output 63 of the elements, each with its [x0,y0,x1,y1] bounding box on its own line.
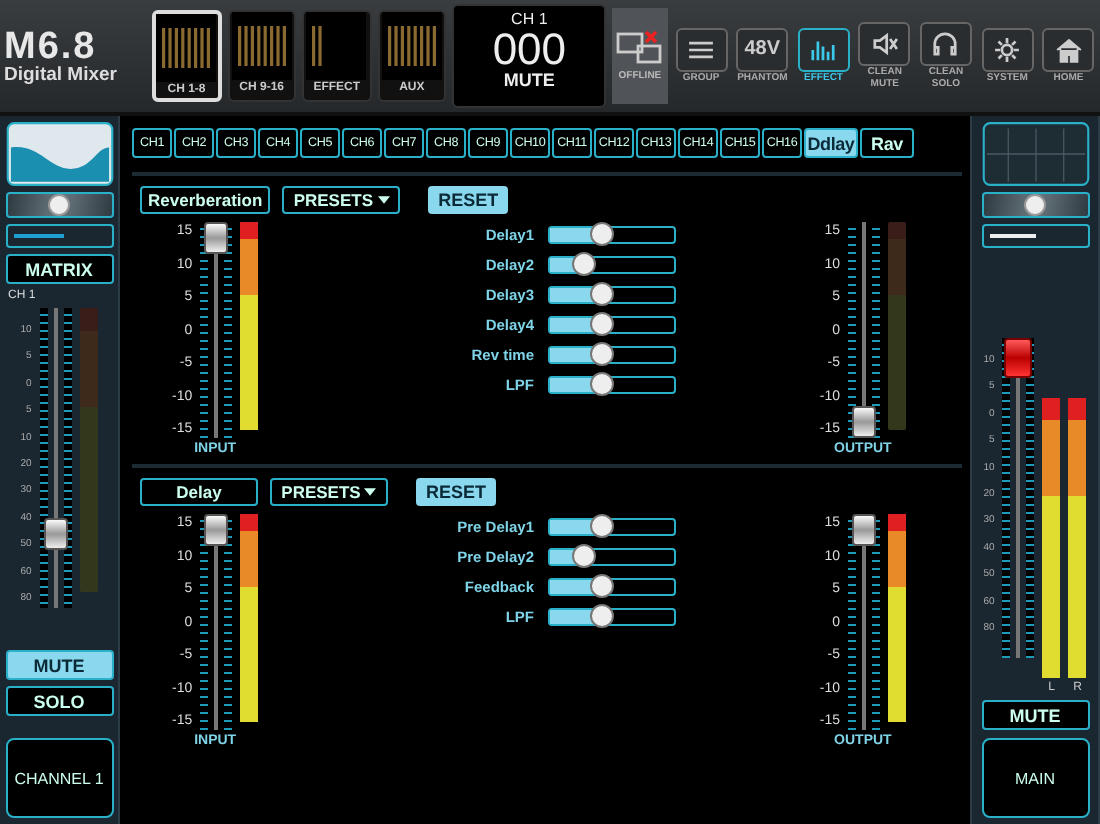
pan-control[interactable] [981,192,1089,218]
presets-dropdown[interactable]: PRESETS [270,478,388,506]
caret-icon [377,196,390,204]
headphones-icon [928,30,963,58]
icon-text: 48V [744,38,781,61]
logo-subtitle: Digital Mixer [4,65,119,85]
home-icon [1051,35,1086,64]
channel-tab[interactable]: Ddlay [804,128,858,158]
settings-icon [990,35,1025,64]
fader-handle[interactable] [1004,338,1033,378]
effect-name-button[interactable]: Reverberation [140,186,271,214]
fader-handle[interactable] [852,406,876,438]
channel-tab[interactable]: Rav [860,128,914,158]
parameter-slider[interactable] [548,376,676,394]
slider-handle[interactable] [590,604,615,628]
channel-name-button[interactable]: CHANNEL 1 [5,738,113,818]
meter-bars-drawing [231,12,292,80]
speaker-icon [867,30,902,58]
slider-handle[interactable] [572,252,597,276]
slider-handle[interactable] [590,312,615,336]
slider-handle[interactable] [590,222,615,246]
parameter-slider[interactable] [548,316,676,334]
fader-handle[interactable] [852,514,876,546]
channel-display: CH 1 000 MUTE [452,4,607,108]
caret-icon [364,488,377,496]
parameter-slider[interactable] [548,608,676,626]
logo-title: M6.8 [4,27,97,66]
presets-dropdown[interactable]: PRESETS [282,186,401,214]
eq-grid-drawing[interactable] [981,122,1089,186]
slider-handle[interactable] [590,282,615,306]
parameter-slider[interactable] [548,548,676,566]
toggle-button[interactable]: MUTE [5,650,113,680]
reset-button[interactable]: RESET [428,186,509,214]
pan-control[interactable] [5,192,113,218]
knob-icon [48,194,70,216]
meter-bars-drawing [306,12,367,80]
knob-icon [1024,194,1046,216]
main-button[interactable]: MAIN [981,738,1089,818]
slider-handle[interactable] [590,514,615,538]
fader-handle[interactable] [204,514,229,546]
parameter-slider[interactable] [548,518,676,536]
matrix-button[interactable]: MATRIX [5,254,113,284]
fader-handle[interactable] [204,222,229,254]
reset-button[interactable]: RESET [416,478,497,506]
eq-curve-drawing[interactable] [5,122,113,186]
level-slider[interactable] [981,224,1089,248]
parameter-slider[interactable] [548,256,676,274]
mute-button[interactable]: MUTE [981,700,1089,730]
parameter-slider[interactable] [548,226,676,244]
parameter-slider[interactable] [548,578,676,596]
monitors-icon [615,30,664,66]
slider-handle[interactable] [572,544,597,568]
fader-handle[interactable] [43,517,68,550]
effect-name-button[interactable]: Delay [140,478,258,506]
send-slider[interactable] [5,224,113,248]
slider-handle[interactable] [590,372,615,396]
parameter-slider[interactable] [548,286,676,304]
parameter-slider[interactable] [548,346,676,364]
slider-handle[interactable] [590,574,615,598]
meter-bars-drawing [381,12,442,80]
toggle-button[interactable]: SOLO [5,686,113,716]
slider-handle[interactable] [590,342,615,366]
meter-bars-drawing [156,14,217,82]
